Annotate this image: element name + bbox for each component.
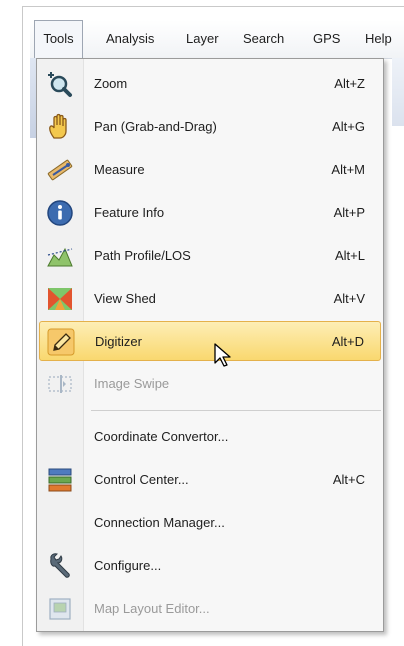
mouse-pointer-icon (214, 343, 231, 367)
menu-item-label: Feature Info (94, 205, 165, 220)
menu-analysis[interactable]: Analysis (106, 20, 154, 58)
ruler-icon (45, 155, 75, 185)
menu-gps[interactable]: GPS (313, 20, 340, 58)
menu-item-label: Map Layout Editor... (94, 601, 210, 616)
menu-item-label: Control Center... (94, 472, 189, 487)
menu-item-view-shed[interactable]: View Shed Alt+V (39, 279, 381, 319)
hand-icon (45, 112, 75, 142)
menu-item-shortcut: Alt+G (332, 119, 365, 134)
menu-item-shortcut: Alt+D (331, 334, 364, 349)
menu-item-shortcut: Alt+Z (334, 76, 365, 91)
menu-item-shortcut: Alt+C (332, 472, 365, 487)
menu-item-label: Configure... (94, 558, 162, 573)
menu-item-measure[interactable]: Measure Alt+M (39, 150, 381, 190)
menu-item-label: Connection Manager... (94, 515, 225, 530)
zoom-magnifier-icon (45, 69, 75, 99)
menu-item-pan[interactable]: Pan (Grab-and-Drag) Alt+G (39, 107, 381, 147)
tools-dropdown-menu: Zoom Alt+Z Pan (Grab-and-Drag) Alt+G Mea… (36, 58, 384, 632)
menu-item-path-profile[interactable]: Path Profile/LOS Alt+L (39, 236, 381, 276)
menu-item-label: Digitizer (95, 334, 142, 349)
menu-item-zoom[interactable]: Zoom Alt+Z (39, 64, 381, 104)
menu-item-label: Measure (94, 162, 145, 177)
menu-item-label: Path Profile/LOS (94, 248, 191, 263)
menu-separator (91, 410, 381, 411)
menu-layer[interactable]: Layer (186, 20, 219, 58)
menu-item-label: Coordinate Convertor... (94, 429, 229, 444)
pencil-icon (46, 327, 76, 357)
menu-item-image-swipe[interactable]: Image Swipe (39, 364, 381, 404)
menu-item-shortcut: Alt+L (335, 248, 365, 263)
menu-item-shortcut: Alt+P (333, 205, 365, 220)
viewshed-icon (45, 284, 75, 314)
menu-item-shortcut: Alt+M (331, 162, 365, 177)
menu-item-configure[interactable]: Configure... (39, 546, 381, 586)
wrench-icon (45, 551, 75, 581)
menu-item-connection-manager[interactable]: Connection Manager... (39, 503, 381, 543)
menu-bar: Tools Analysis Layer Search GPS Help (30, 20, 404, 59)
menu-item-digitizer[interactable]: Digitizer Alt+D (39, 321, 381, 361)
menu-search[interactable]: Search (243, 20, 284, 58)
menu-item-label: Pan (Grab-and-Drag) (94, 119, 217, 134)
menu-tools[interactable]: Tools (34, 20, 83, 58)
menu-item-label: Image Swipe (94, 376, 170, 391)
menu-item-coordinate-convertor[interactable]: Coordinate Convertor... (39, 417, 381, 457)
menu-item-control-center[interactable]: Control Center... Alt+C (39, 460, 381, 500)
menu-item-feature-info[interactable]: Feature Info Alt+P (39, 193, 381, 233)
control-center-icon (45, 465, 75, 495)
image-swipe-icon (45, 369, 75, 399)
menu-item-label: Zoom (94, 76, 128, 91)
menu-item-shortcut: Alt+V (333, 291, 365, 306)
menu-item-label: View Shed (94, 291, 156, 306)
terrain-profile-icon (45, 241, 75, 271)
menu-help[interactable]: Help (365, 20, 392, 58)
map-layout-icon (45, 594, 75, 624)
info-icon (45, 198, 75, 228)
toolbar-edge-right (392, 58, 404, 126)
menu-item-map-layout-editor[interactable]: Map Layout Editor... (39, 589, 381, 629)
